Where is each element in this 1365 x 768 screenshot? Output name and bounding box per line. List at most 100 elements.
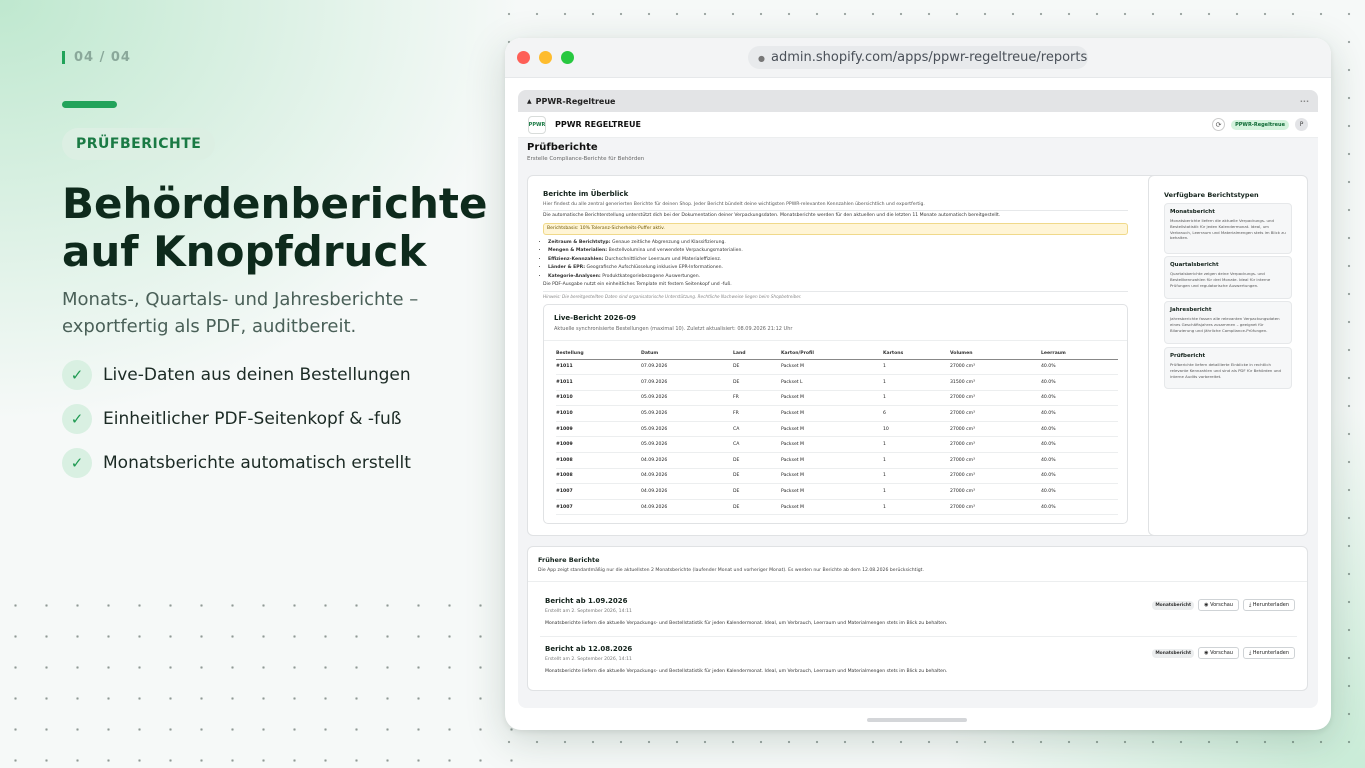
headline-line-1: Behördenberichte	[62, 179, 488, 228]
table-cell: 1	[883, 499, 950, 516]
report-type-description: Prüfberichte liefern detaillierte Einbli…	[1170, 362, 1281, 379]
table-row: #1009 05.09.2026 CA Packset M 10 27000 cm³ 40.…	[556, 421, 1118, 438]
report-type-description: Monatsberichte liefern die aktuelle Verp…	[1170, 218, 1286, 241]
table-cell: 10	[883, 421, 950, 438]
table-cell: 40.0%	[1041, 483, 1118, 500]
overview-pdf-text: Die PDF-Ausgabe nutzt ein einheitliches …	[543, 282, 732, 287]
table-cell: DE	[733, 374, 781, 391]
report-types-title: Verfügbare Berichtstypen	[1164, 191, 1259, 199]
table-cell: DE	[733, 452, 781, 469]
table-cell: 31500 cm³	[950, 374, 1041, 391]
column-header: Land	[733, 349, 781, 360]
earlier-reports-description: Die App zeigt standardmäßig nur die aktu…	[538, 568, 924, 573]
live-report-subtitle: Aktuelle synchronisierte Bestellungen (m…	[554, 326, 793, 332]
report-type-audit[interactable]: Prüfbericht Prüfberichte liefern detaill…	[1164, 347, 1292, 389]
download-button[interactable]: ⤓ Herunterladen	[1242, 647, 1295, 659]
lock-icon: ●	[758, 54, 765, 63]
table-cell: #1011	[556, 374, 641, 391]
table-cell: 27000 cm³	[950, 468, 1041, 485]
report-type-monthly[interactable]: Monatsbericht Monatsberichte liefern die…	[1164, 203, 1292, 254]
scroll-indicator	[867, 718, 967, 722]
table-cell: 05.09.2026	[641, 405, 733, 422]
refresh-icon[interactable]: ⟳	[1212, 118, 1226, 131]
list-item: Mengen & Materialien: Bestellvolumina un…	[548, 247, 743, 255]
feature-item: ✓ Monatsberichte automatisch erstellt	[62, 448, 411, 478]
table-cell: 27000 cm³	[950, 436, 1041, 454]
table-row: #1007 04.09.2026 DE Packset M 1 27000 cm³ 40.0…	[556, 483, 1118, 500]
table-cell: 1	[883, 374, 950, 391]
table-cell: Packset M	[781, 436, 883, 454]
table-cell: 40.0%	[1041, 374, 1118, 391]
page-title: Prüfberichte	[527, 142, 598, 153]
page-subtitle: Erstelle Compliance-Berichte für Behörde…	[527, 156, 645, 162]
close-window-button[interactable]	[517, 51, 530, 64]
table-cell: 27000 cm³	[950, 421, 1041, 438]
feature-text: Einheitlicher PDF-Seitenkopf & -fuß	[103, 409, 402, 429]
app-topbar: ▲ PPWR-Regeltreue ···	[518, 90, 1318, 112]
table-cell: CA	[733, 436, 781, 454]
table-cell: #1008	[556, 468, 641, 485]
table-cell: #1011	[556, 359, 641, 376]
table-cell: Packset M	[781, 452, 883, 469]
report-type-description: Jahresberichte fassen alle relevanten Ve…	[1170, 316, 1280, 333]
table-cell: 40.0%	[1041, 405, 1118, 422]
address-bar[interactable]: ● admin.shopify.com/apps/ppwr-regeltreue/…	[748, 46, 1088, 69]
table-cell: Packset M	[781, 421, 883, 438]
table-cell: 27000 cm³	[950, 452, 1041, 469]
report-created: Erstellt am 2. September 2026, 14:11	[545, 657, 632, 662]
report-type-name: Jahresbericht	[1170, 307, 1212, 313]
table-cell: 04.09.2026	[641, 452, 733, 469]
download-button[interactable]: ⤓ Herunterladen	[1242, 599, 1295, 611]
report-type-yearly[interactable]: Jahresbericht Jahresberichte fassen alle…	[1164, 301, 1292, 344]
table-cell: CA	[733, 421, 781, 438]
earlier-reports-title: Frühere Berichte	[538, 556, 600, 564]
table-cell: 04.09.2026	[641, 499, 733, 516]
table-cell: DE	[733, 468, 781, 485]
table-cell: 27000 cm³	[950, 483, 1041, 500]
report-type-badge: Monatsbericht	[1152, 600, 1195, 610]
user-icon: ▲	[527, 97, 532, 105]
report-type-name: Prüfbericht	[1170, 353, 1206, 359]
feature-list: ✓ Live-Daten aus deinen Bestellungen ✓ E…	[62, 360, 411, 492]
table-cell: #1009	[556, 436, 641, 454]
table-cell: #1007	[556, 499, 641, 516]
report-type-name: Monatsbericht	[1170, 209, 1215, 215]
table-cell: 1	[883, 359, 950, 376]
table-cell: Packset M	[781, 499, 883, 516]
maximize-window-button[interactable]	[561, 51, 574, 64]
table-cell: #1007	[556, 483, 641, 500]
preview-button[interactable]: ◉ Vorschau	[1198, 647, 1239, 659]
table-cell: 1	[883, 436, 950, 454]
report-types-card: Verfügbare Berichtstypen Monatsbericht M…	[1148, 175, 1308, 536]
live-report-panel: Live-Bericht 2026-09 Aktuelle synchronis…	[543, 304, 1128, 524]
table-cell: 05.09.2026	[641, 421, 733, 438]
overview-auto-text: Die automatische Berichterstellung unter…	[543, 213, 1001, 218]
browser-window: ● admin.shopify.com/apps/ppwr-regeltreue/…	[505, 38, 1331, 730]
dot-pattern-left	[0, 590, 520, 768]
table-cell: 40.0%	[1041, 421, 1118, 438]
overview-hint: Berichtsbasis: 10% Toleranz-Sicherheits-…	[543, 223, 1128, 235]
feature-text: Live-Daten aus deinen Bestellungen	[103, 365, 411, 385]
app-frame: ▲ PPWR-Regeltreue ··· PPWR PPWR REGELTRE…	[518, 90, 1318, 708]
table-cell: 27000 cm³	[950, 405, 1041, 422]
table-cell: 40.0%	[1041, 499, 1118, 516]
more-menu-button[interactable]: ···	[1300, 97, 1309, 106]
divider	[528, 581, 1307, 582]
column-header: Karton/Profil	[781, 349, 883, 360]
feature-item: ✓ Live-Daten aus deinen Bestellungen	[62, 360, 411, 390]
divider	[544, 340, 1127, 341]
overview-note: Hinweis: Die bereitgestellten Daten sind…	[543, 294, 802, 299]
report-type-quarterly[interactable]: Quartalsbericht Quartalsberichte zeigen …	[1164, 256, 1292, 299]
table-cell: DE	[733, 359, 781, 376]
feature-item: ✓ Einheitlicher PDF-Seitenkopf & -fuß	[62, 404, 411, 434]
browser-chrome: ● admin.shopify.com/apps/ppwr-regeltreue/…	[505, 38, 1331, 78]
app-header: PPWR PPWR REGELTREUE ⟳ PPWR-Regeltreue P	[518, 112, 1318, 138]
avatar[interactable]: P	[1295, 118, 1308, 131]
minimize-window-button[interactable]	[539, 51, 552, 64]
preview-button[interactable]: ◉ Vorschau	[1198, 599, 1239, 611]
list-item: Länder & EPR: Geografische Aufschlüsselu…	[548, 264, 743, 272]
table-row: #1008 04.09.2026 DE Packset M 1 27000 cm³ 40.0…	[556, 468, 1118, 485]
table-cell: 40.0%	[1041, 468, 1118, 485]
table-cell: #1009	[556, 421, 641, 438]
orders-table: Bestellung Datum Land Karton/Profil Kart…	[556, 349, 1118, 516]
